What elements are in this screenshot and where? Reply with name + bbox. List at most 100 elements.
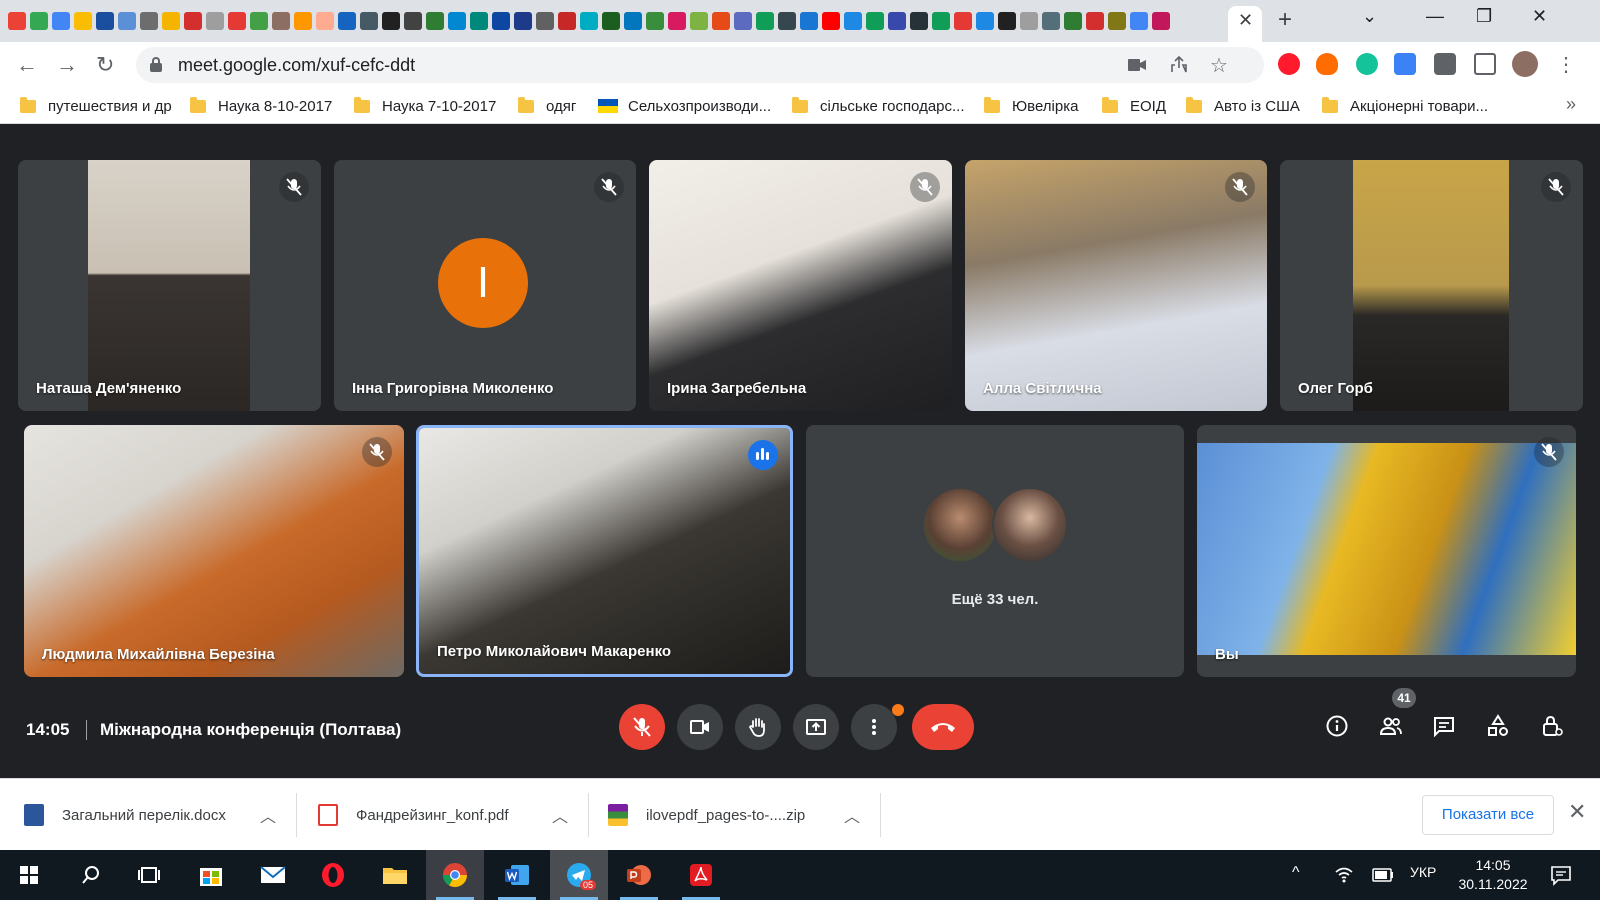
taskbar-chrome-app[interactable] <box>426 850 484 900</box>
id-extension-icon[interactable] <box>1394 53 1416 75</box>
bookmark-folder[interactable]: Наука 7-10-2017 <box>354 96 496 116</box>
activities-button[interactable] <box>1478 706 1518 746</box>
tab-icon[interactable] <box>712 12 730 30</box>
meeting-details-button[interactable] <box>1317 706 1357 746</box>
tab-icon[interactable] <box>734 12 752 30</box>
bookmark-folder[interactable]: ЕОІД <box>1102 96 1166 116</box>
tab-icon[interactable] <box>228 12 246 30</box>
tab-icon[interactable] <box>778 12 796 30</box>
download-options-chevron-icon[interactable]: ︿ <box>844 803 860 827</box>
tab-icon[interactable] <box>602 12 620 30</box>
bookmark-folder[interactable]: Авто із США <box>1186 96 1300 116</box>
youtube-tab-icon[interactable] <box>822 12 840 30</box>
tab-icon[interactable] <box>206 12 224 30</box>
show-hidden-icons-chevron-icon[interactable]: ^ <box>1292 864 1300 882</box>
tab-icon[interactable] <box>448 12 466 30</box>
participant-tile[interactable]: Алла Світлична <box>965 160 1267 411</box>
gmail-tab-icon[interactable] <box>8 12 26 30</box>
tab-icon[interactable] <box>514 12 532 30</box>
tab-icon[interactable] <box>118 12 136 30</box>
bookmark-folder[interactable]: одяг <box>518 96 576 116</box>
tab-icon[interactable] <box>690 12 708 30</box>
tab-icon[interactable] <box>184 12 202 30</box>
new-tab-button[interactable]: + <box>1278 8 1292 32</box>
taskbar-file-explorer-app[interactable] <box>366 850 424 900</box>
calendar-tab-icon[interactable] <box>52 12 70 30</box>
wifi-icon[interactable] <box>1334 866 1354 884</box>
download-options-chevron-icon[interactable]: ︿ <box>552 803 568 827</box>
participant-tile[interactable]: Олег Горб <box>1280 160 1583 411</box>
opera-extension-icon[interactable] <box>1278 53 1300 75</box>
tab-icon[interactable] <box>888 12 906 30</box>
download-item[interactable]: ilovepdf_pages-to-....zip <box>608 779 805 851</box>
camera-in-use-icon[interactable] <box>1128 57 1146 73</box>
tab-icon[interactable] <box>646 12 664 30</box>
pdf-tab-icon[interactable] <box>1086 12 1104 30</box>
profile-avatar[interactable] <box>1512 51 1538 77</box>
tab-icon[interactable] <box>338 12 356 30</box>
host-controls-button[interactable] <box>1532 706 1572 746</box>
tab-icon[interactable] <box>382 12 400 30</box>
bookmark-item[interactable]: Сельхозпроизводи... <box>598 96 771 116</box>
participant-tile[interactable]: Людмила Михайлівна Березіна <box>24 425 404 677</box>
tab-icon[interactable] <box>470 12 488 30</box>
tab-icon[interactable] <box>844 12 862 30</box>
taskbar-word-app[interactable] <box>488 850 546 900</box>
download-item[interactable]: Фандрейзинг_konf.pdf <box>318 779 509 851</box>
taskbar-telegram-app[interactable]: 05 <box>550 850 608 900</box>
url-text[interactable]: meet.google.com/xuf-cefc-ddt <box>178 55 415 76</box>
bookmark-star-icon[interactable]: ☆ <box>1210 53 1228 78</box>
taskbar-clock[interactable]: 14:05 30.11.2022 <box>1448 856 1538 894</box>
tab-icon[interactable] <box>30 12 48 30</box>
participant-tile-speaking[interactable]: Петро Миколайович Макаренко <box>416 425 793 677</box>
input-language-indicator[interactable]: УКР <box>1410 864 1436 880</box>
tab-icon[interactable] <box>976 12 994 30</box>
address-bar[interactable]: meet.google.com/xuf-cefc-ddt ☆ <box>136 47 1264 83</box>
back-arrow-icon[interactable]: ← <box>16 50 38 80</box>
bookmark-folder[interactable]: Акціонерні товари... <box>1322 96 1488 116</box>
more-bookmarks-chevron-icon[interactable]: » <box>1566 94 1576 115</box>
tab-icon[interactable] <box>272 12 290 30</box>
tab-icon[interactable] <box>668 12 686 30</box>
taskbar-mail-app[interactable] <box>244 850 302 900</box>
tab-icon[interactable] <box>426 12 444 30</box>
notifications-icon[interactable] <box>1550 864 1572 886</box>
tab-icon[interactable] <box>580 12 598 30</box>
download-options-chevron-icon[interactable]: ︿ <box>260 803 276 827</box>
close-download-shelf-icon[interactable]: ✕ <box>1568 799 1586 825</box>
tab-favicons[interactable] <box>8 9 1232 33</box>
participant-tile-self[interactable]: Вы <box>1197 425 1576 677</box>
fire-extension-icon[interactable] <box>1316 53 1338 75</box>
minimize-window-button[interactable]: — <box>1426 6 1444 27</box>
tab-icon[interactable] <box>492 12 510 30</box>
tab-icon[interactable] <box>250 12 268 30</box>
browser-menu-icon[interactable]: ⋮ <box>1556 50 1576 80</box>
taskbar-powerpoint-app[interactable] <box>610 850 668 900</box>
tab-icon[interactable] <box>316 12 334 30</box>
share-icon[interactable] <box>1170 56 1188 74</box>
present-screen-button[interactable] <box>793 704 839 750</box>
tab-icon[interactable] <box>910 12 928 30</box>
reload-icon[interactable]: ↻ <box>96 50 114 80</box>
close-tab-icon[interactable]: ✕ <box>1238 10 1253 30</box>
restore-window-button[interactable]: ❐ <box>1476 6 1492 27</box>
leave-call-button[interactable] <box>912 704 974 750</box>
drive-tab-icon[interactable] <box>932 12 950 30</box>
search-button[interactable] <box>62 850 120 900</box>
more-options-button[interactable] <box>851 704 897 750</box>
show-all-downloads-button[interactable]: Показати все <box>1422 795 1554 835</box>
extensions-puzzle-icon[interactable] <box>1434 53 1456 75</box>
download-item[interactable]: Загальний перелік.docx <box>24 779 226 851</box>
taskbar-store-app[interactable] <box>182 850 240 900</box>
battery-icon[interactable] <box>1372 868 1394 882</box>
tab-icon[interactable] <box>162 12 180 30</box>
participant-tile[interactable]: Ірина Загребельна <box>649 160 952 411</box>
tab-icon[interactable] <box>998 12 1016 30</box>
lock-icon[interactable] <box>150 57 162 72</box>
forward-arrow-icon[interactable]: → <box>56 50 78 80</box>
tab-icon[interactable] <box>1020 12 1038 30</box>
tab-search-chevron-icon[interactable]: ⌄ <box>1362 6 1377 27</box>
tab-icon[interactable] <box>96 12 114 30</box>
bookmark-folder[interactable]: сільське господарс... <box>792 96 965 116</box>
tab-icon[interactable] <box>74 12 92 30</box>
